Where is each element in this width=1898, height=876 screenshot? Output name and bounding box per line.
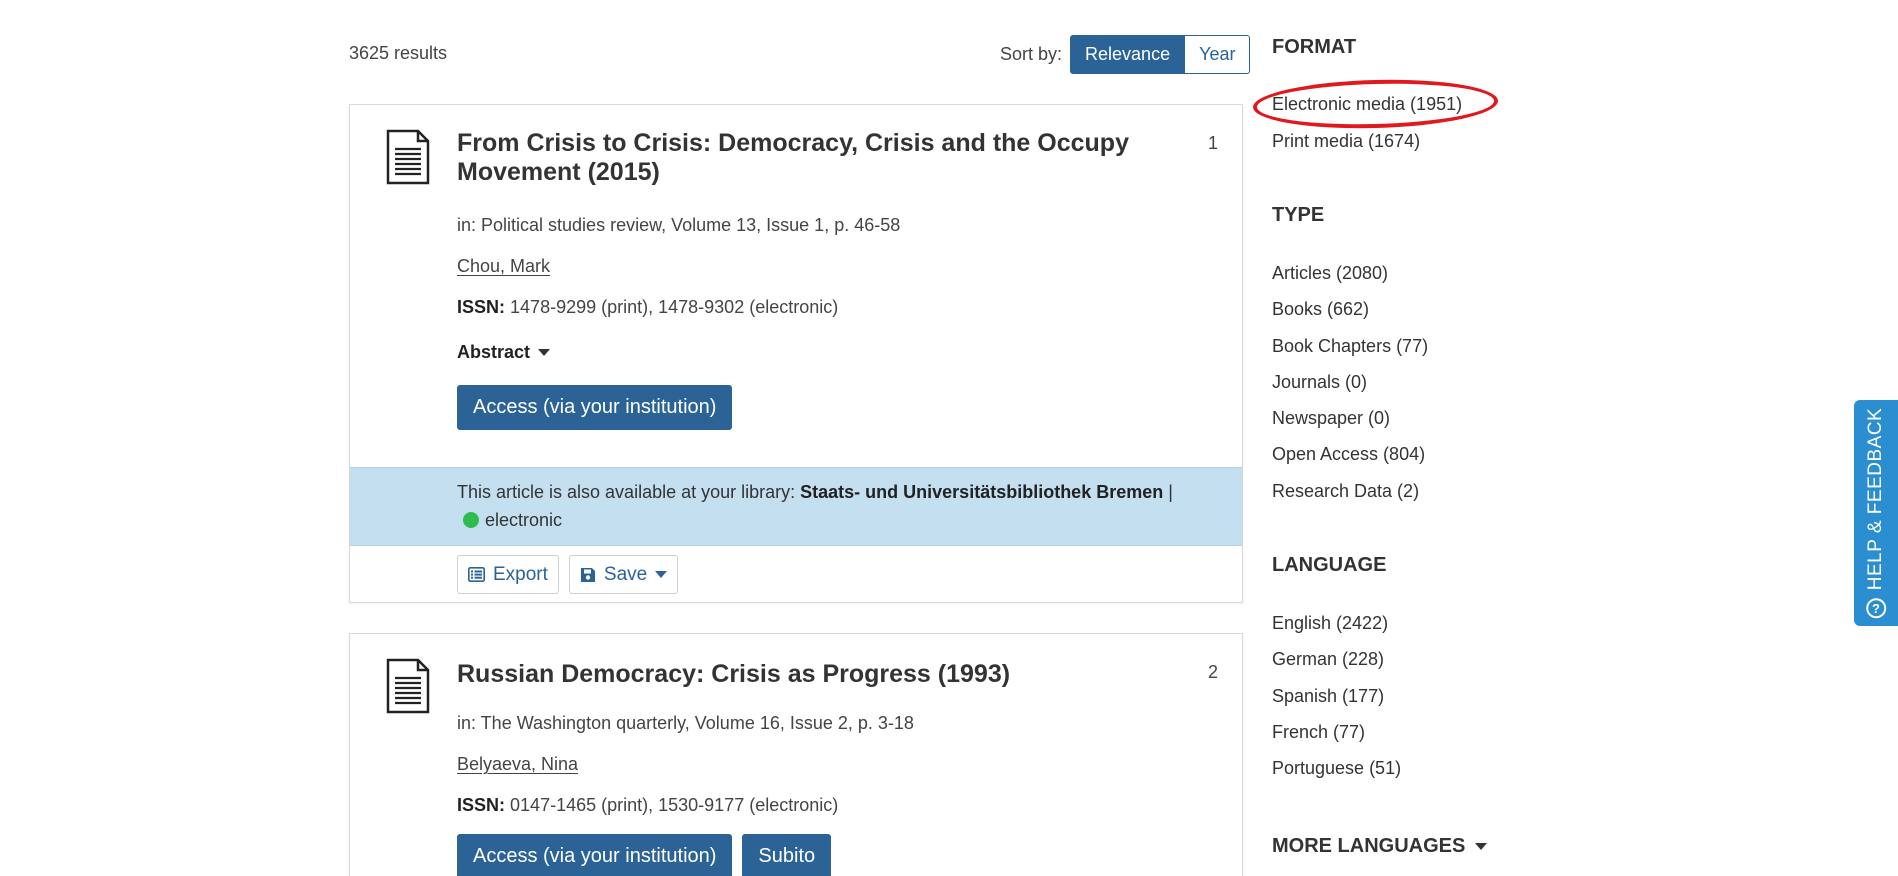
facet-item-journals[interactable]: Journals (0) <box>1272 372 1367 393</box>
result-card: 1 From Crisis to Crisis: Democracy, Cris… <box>349 104 1243 603</box>
result-title[interactable]: Russian Democracy: Crisis as Progress (1… <box>457 660 1152 689</box>
save-label: Save <box>603 563 648 585</box>
facet-item-books[interactable]: Books (662) <box>1272 299 1369 320</box>
result-source: in: The Washington quarterly, Volume 16,… <box>457 713 914 733</box>
facet-item-open-access[interactable]: Open Access (804) <box>1272 444 1425 465</box>
caret-down-icon <box>1475 843 1488 850</box>
access-institution-button[interactable]: Access (via your institution) <box>457 834 733 876</box>
abstract-toggle[interactable]: Abstract <box>457 342 551 363</box>
result-number: 1 <box>1207 133 1218 153</box>
result-card: 2 Russian Democracy: Crisis as Progress … <box>349 633 1243 876</box>
issn-value: 1478-9299 (print), 1478-9302 (electronic… <box>510 297 839 317</box>
help-feedback-inner: ? HELP & FEEDBACK <box>1865 407 1887 619</box>
sort-year-button[interactable]: Year <box>1185 35 1251 74</box>
result-body: From Crisis to Crisis: Democracy, Crisis… <box>457 129 1152 430</box>
facet-item-book-chapters[interactable]: Book Chapters (77) <box>1272 336 1428 357</box>
list-icon <box>468 567 485 582</box>
facet-item-german[interactable]: German (228) <box>1272 649 1384 670</box>
facet-heading-format: FORMAT <box>1272 36 1357 58</box>
document-icon <box>386 658 430 714</box>
facet-item-english[interactable]: English (2422) <box>1272 613 1388 634</box>
facet-item-print-media[interactable]: Print media (1674) <box>1272 131 1420 152</box>
sort-label: Sort by: <box>1000 44 1063 64</box>
facet-item-research-data[interactable]: Research Data (2) <box>1272 481 1419 502</box>
subito-button[interactable]: Subito <box>742 834 832 876</box>
help-circle-icon: ? <box>1866 598 1886 619</box>
availability-status[interactable]: electronic <box>485 510 562 530</box>
availability-prefix: This article is also available at your l… <box>457 482 796 502</box>
issn-line: ISSN: 0147-1465 (print), 1530-9177 (elec… <box>457 795 1152 816</box>
issn-value: 0147-1465 (print), 1530-9177 (electronic… <box>510 795 839 815</box>
facet-heading-language: LANGUAGE <box>1272 554 1387 576</box>
result-body: Russian Democracy: Crisis as Progress (1… <box>457 660 1152 876</box>
availability-banner: This article is also available at your l… <box>350 467 1242 546</box>
abstract-label: Abstract <box>457 342 531 362</box>
search-results-page: 3625 results Sort by: Relevance Year 1 F… <box>0 0 1898 876</box>
action-row: Export Save <box>457 555 679 594</box>
export-button[interactable]: Export <box>457 555 559 594</box>
save-button[interactable]: Save <box>568 555 679 594</box>
result-number: 2 <box>1207 662 1218 682</box>
help-feedback-tab[interactable]: ? HELP & FEEDBACK <box>1854 400 1898 626</box>
result-title[interactable]: From Crisis to Crisis: Democracy, Crisis… <box>457 129 1152 187</box>
availability-separator: | <box>1168 482 1173 502</box>
caret-down-icon <box>655 571 668 578</box>
access-button-row: Access (via your institution) <box>457 385 1152 430</box>
document-icon <box>386 129 430 185</box>
help-feedback-label: HELP & FEEDBACK <box>1865 407 1886 591</box>
access-institution-button[interactable]: Access (via your institution) <box>457 385 733 430</box>
facet-item-french[interactable]: French (77) <box>1272 722 1365 743</box>
facet-item-articles[interactable]: Articles (2080) <box>1272 263 1388 284</box>
facet-heading-type: TYPE <box>1272 204 1325 226</box>
availability-text: This article is also available at your l… <box>457 478 1192 534</box>
caret-down-icon <box>538 349 551 356</box>
facet-item-portuguese[interactable]: Portuguese (51) <box>1272 758 1401 779</box>
more-languages-toggle[interactable]: MORE LANGUAGES <box>1272 835 1488 858</box>
floppy-disk-icon <box>580 567 595 582</box>
sort-relevance-button[interactable]: Relevance <box>1070 35 1186 74</box>
status-dot-icon <box>463 512 479 528</box>
facet-item-spanish[interactable]: Spanish (177) <box>1272 686 1384 707</box>
result-count: 3625 results <box>349 43 448 63</box>
export-label: Export <box>493 563 548 585</box>
result-source: in: Political studies review, Volume 13,… <box>457 215 901 235</box>
facet-item-newspaper[interactable]: Newspaper (0) <box>1272 408 1390 429</box>
issn-label: ISSN: <box>457 795 506 815</box>
more-languages-label: MORE LANGUAGES <box>1272 835 1466 857</box>
issn-line: ISSN: 1478-9299 (print), 1478-9302 (elec… <box>457 297 1152 318</box>
author-link[interactable]: Belyaeva, Nina <box>457 754 578 775</box>
issn-label: ISSN: <box>457 297 506 317</box>
author-link[interactable]: Chou, Mark <box>457 256 550 277</box>
availability-library[interactable]: Staats- und Universitätsbibliothek Breme… <box>800 482 1163 502</box>
facet-item-electronic-media[interactable]: Electronic media (1951) <box>1272 94 1462 115</box>
access-button-row: Access (via your institution) Subito <box>457 834 1152 876</box>
sort-control: Sort by: Relevance Year <box>1000 35 1251 74</box>
